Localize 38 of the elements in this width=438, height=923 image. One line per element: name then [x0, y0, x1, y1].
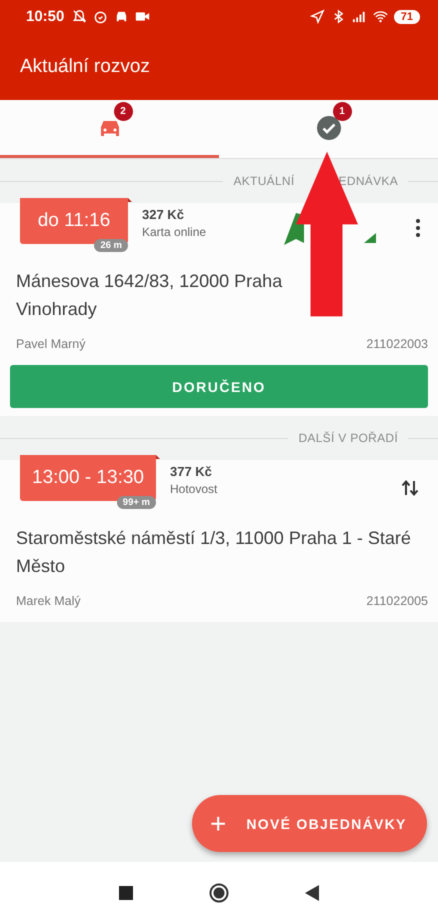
battery-level: 71 [394, 10, 420, 24]
wifi-icon [372, 9, 388, 24]
customer-name: Marek Malý [16, 594, 81, 608]
section-label: EDNÁVKA [338, 174, 398, 188]
bell-off-icon [72, 9, 88, 24]
count-badge: 2 [114, 102, 132, 120]
swap-arrows-icon [400, 478, 420, 498]
section-label: DALŠÍ V POŘADÍ [298, 431, 398, 445]
order-number: 211022005 [366, 594, 428, 608]
status-time: 10:50 [26, 8, 64, 25]
delivery-time: 13:00 - 13:30 [32, 467, 144, 489]
corner-mark-icon [364, 233, 376, 243]
more-vertical-icon [416, 219, 420, 237]
section-label: AKTUÁLNÍ [233, 174, 295, 188]
payment-method: Karta online [142, 225, 206, 239]
app-title: Aktuální rozvoz [20, 56, 150, 78]
reorder-button[interactable] [400, 478, 420, 498]
customer-name: Pavel Marný [16, 337, 86, 351]
delivery-address: Staroměstské náměstí 1/3, 11000 Praha 1 - Staré Město [16, 527, 412, 578]
count-badge: 1 [332, 102, 352, 120]
tab[interactable]: 2 [0, 100, 219, 158]
payment-method: Hotovost [170, 482, 218, 496]
distance-pill: 99+ m [116, 496, 156, 509]
back-icon[interactable] [305, 884, 319, 900]
new-orders-button[interactable]: + NOVÉ OBJEDNÁVKY [192, 795, 427, 852]
location-arrow-icon [310, 9, 325, 24]
order-price: 377 Kč [170, 464, 213, 479]
recent-apps-icon[interactable] [119, 886, 133, 900]
order-number: 211022003 [366, 337, 428, 351]
signal-icon [352, 9, 367, 24]
tab[interactable]: 1 [219, 100, 438, 158]
delivery-time: do 11:16 [38, 210, 110, 232]
more-options-button[interactable] [416, 219, 420, 237]
order-price: 327 Kč [142, 207, 185, 222]
distance-pill: 26 m [94, 239, 128, 252]
home-icon[interactable] [209, 882, 229, 902]
check-circle-icon [316, 116, 340, 140]
delivery-address: Mánesova 1642/83, 12000 Praha Vinohrady [16, 270, 284, 321]
